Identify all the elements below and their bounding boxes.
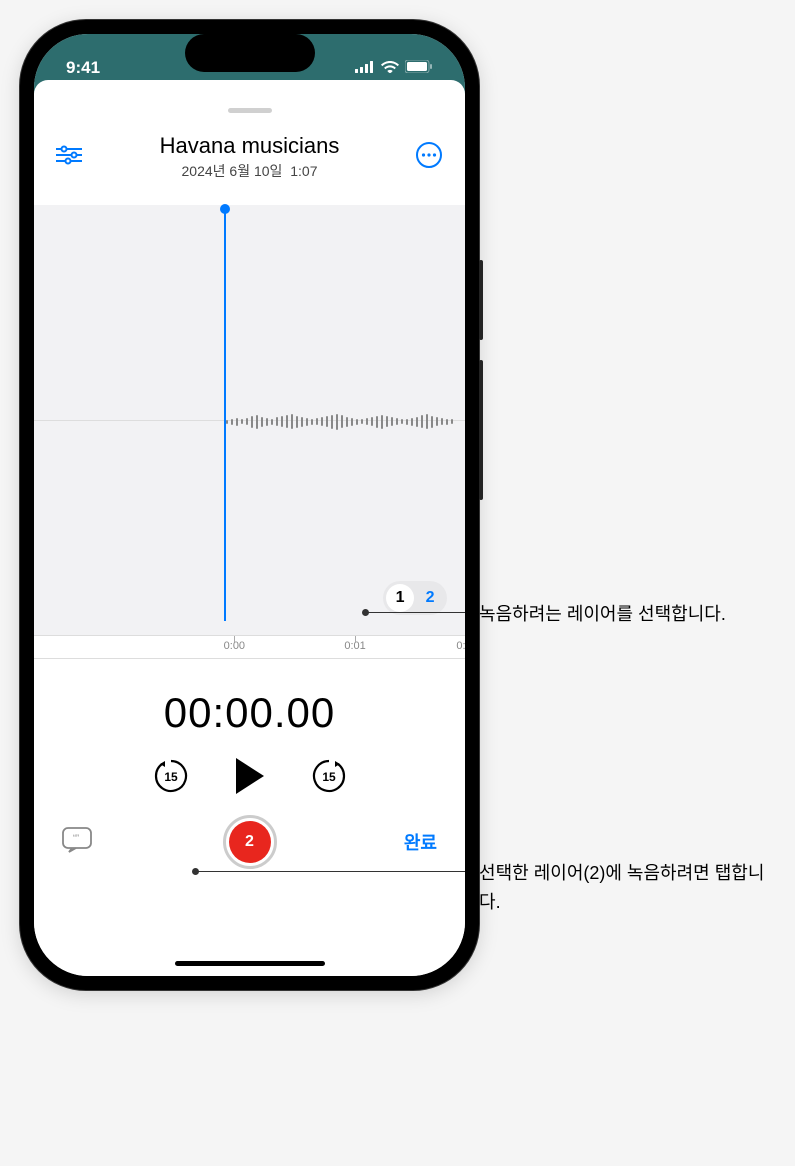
skip-back-15-button[interactable]: 15 — [152, 757, 190, 795]
skip-forward-15-button[interactable]: 15 — [310, 757, 348, 795]
more-icon[interactable] — [415, 156, 443, 173]
time-tick: 0:02 — [456, 640, 465, 652]
screen: 9:41 — [34, 34, 465, 976]
recording-title: Havana musicians — [96, 133, 403, 159]
time-ruler: 0:00 0:01 0:02 — [34, 635, 465, 659]
waveform-area[interactable]: 1 2 — [34, 205, 465, 635]
svg-text:15: 15 — [322, 770, 336, 784]
svg-text:15: 15 — [164, 770, 178, 784]
filter-icon[interactable] — [56, 152, 82, 169]
layer-button-2[interactable]: 2 — [416, 584, 444, 612]
record-layer-indicator: 2 — [229, 821, 271, 863]
record-button[interactable]: 2 — [223, 815, 277, 869]
callout-record-tap: 선택한 레이어(2)에 녹음하려면 탭합니다. — [479, 859, 775, 917]
waveform — [224, 403, 465, 441]
bottom-bar: “” 2 완료 — [34, 815, 465, 869]
home-indicator[interactable] — [175, 961, 325, 966]
playback-controls: 15 15 — [34, 757, 465, 795]
layer-selector: 1 2 — [383, 581, 447, 615]
dynamic-island — [185, 34, 315, 72]
wifi-icon — [381, 58, 399, 78]
time-tick: 0:00 — [224, 640, 245, 652]
status-time: 9:41 — [66, 58, 100, 78]
sheet-grabber[interactable] — [228, 108, 272, 113]
play-button[interactable] — [236, 758, 264, 794]
time-tick: 0:01 — [344, 640, 365, 652]
recording-meta: 2024년 6월 10일 1:07 — [96, 161, 403, 181]
header: Havana musicians 2024년 6월 10일 1:07 — [34, 123, 465, 187]
cellular-icon — [355, 58, 375, 78]
callout-layer-select: 녹음하려는 레이어를 선택합니다. — [479, 600, 775, 629]
playback-timer: 00:00.00 — [34, 689, 465, 737]
done-button[interactable]: 완료 — [377, 829, 437, 855]
iphone-device-frame: 9:41 — [20, 20, 479, 990]
transcript-icon[interactable]: “” — [62, 840, 92, 857]
layer-button-1[interactable]: 1 — [386, 584, 414, 612]
svg-text:“”: “” — [73, 833, 79, 843]
battery-icon — [405, 58, 433, 78]
